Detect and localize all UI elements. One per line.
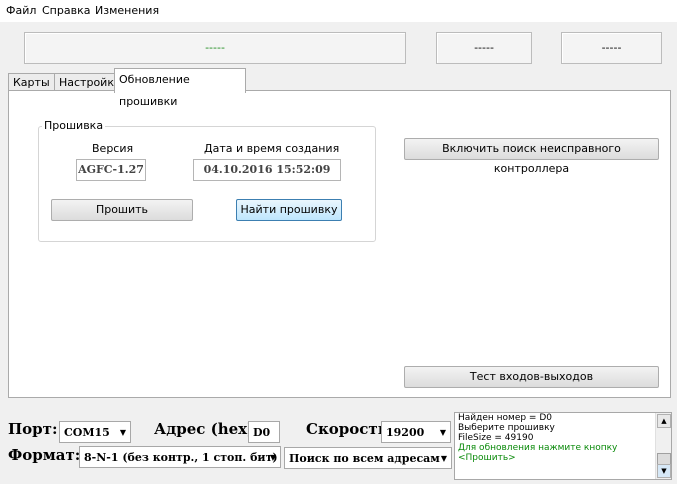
format-label: Формат: [8, 446, 81, 464]
scroll-up-icon[interactable]: ▲ [657, 414, 671, 428]
chevron-down-icon: ▼ [439, 428, 446, 437]
flash-button[interactable]: Прошить [51, 199, 193, 221]
menu-file[interactable]: Файл [6, 4, 36, 17]
chevron-down-icon: ▼ [440, 454, 447, 463]
date-value: 04.10.2016 15:52:09 [193, 159, 341, 181]
tab-firmware-update[interactable]: Обновление прошивки [114, 68, 246, 108]
status-box-3: ----- [561, 32, 662, 64]
version-label: Версия [92, 142, 134, 155]
address-label: Адрес (hex): [154, 420, 260, 438]
chevron-down-icon: ▼ [119, 428, 126, 437]
log-line: Для обновления нажмите кнопку [458, 443, 618, 453]
date-label: Дата и время создания [204, 142, 340, 155]
port-label: Порт: [8, 420, 58, 438]
log-box[interactable]: Найден номер = D0 Выберите прошивку FileSi… [454, 412, 672, 480]
status-box-2: ----- [436, 32, 532, 64]
log-line: FileSize = 49190 [458, 433, 534, 443]
chevron-down-icon: ▼ [269, 453, 276, 462]
speed-value: 19200 [386, 426, 425, 439]
log-scrollbar[interactable]: ▲ ▼ [655, 413, 671, 479]
search-mode-value: Поиск по всем адресам [289, 452, 440, 465]
find-firmware-button[interactable]: Найти прошивку [236, 199, 342, 221]
format-value: 8-N-1 (без контр., 1 стоп. бит) [84, 451, 278, 464]
speed-select[interactable]: 19200 ▼ [381, 421, 451, 443]
port-select[interactable]: COM15 ▼ [59, 421, 131, 443]
firmware-group-title: Прошивка [42, 119, 106, 132]
format-select[interactable]: 8-N-1 (без контр., 1 стоп. бит) ▼ [79, 446, 281, 468]
version-value: AGFC-1.27 [76, 159, 146, 181]
search-faulty-controller-button[interactable]: Включить поиск неисправного контроллера [404, 138, 659, 175]
menu-bar: Файл Справка Изменения [0, 0, 677, 22]
menu-help[interactable]: Справка [42, 4, 90, 17]
address-input[interactable]: D0 [248, 421, 280, 443]
log-line: <Прошить> [458, 453, 516, 463]
log-lines: Найден номер = D0 Выберите прошивку FileSi… [455, 413, 671, 463]
port-value: COM15 [64, 426, 110, 439]
io-test-button[interactable]: Тест входов-выходов [404, 366, 659, 388]
search-mode-select[interactable]: Поиск по всем адресам ▼ [284, 447, 452, 469]
status-main: ----- [24, 32, 406, 64]
scroll-down-icon[interactable]: ▼ [657, 464, 671, 478]
menu-changes[interactable]: Изменения [95, 4, 159, 17]
log-line: Найден номер = D0 [458, 413, 552, 423]
log-line: Выберите прошивку [458, 423, 555, 433]
